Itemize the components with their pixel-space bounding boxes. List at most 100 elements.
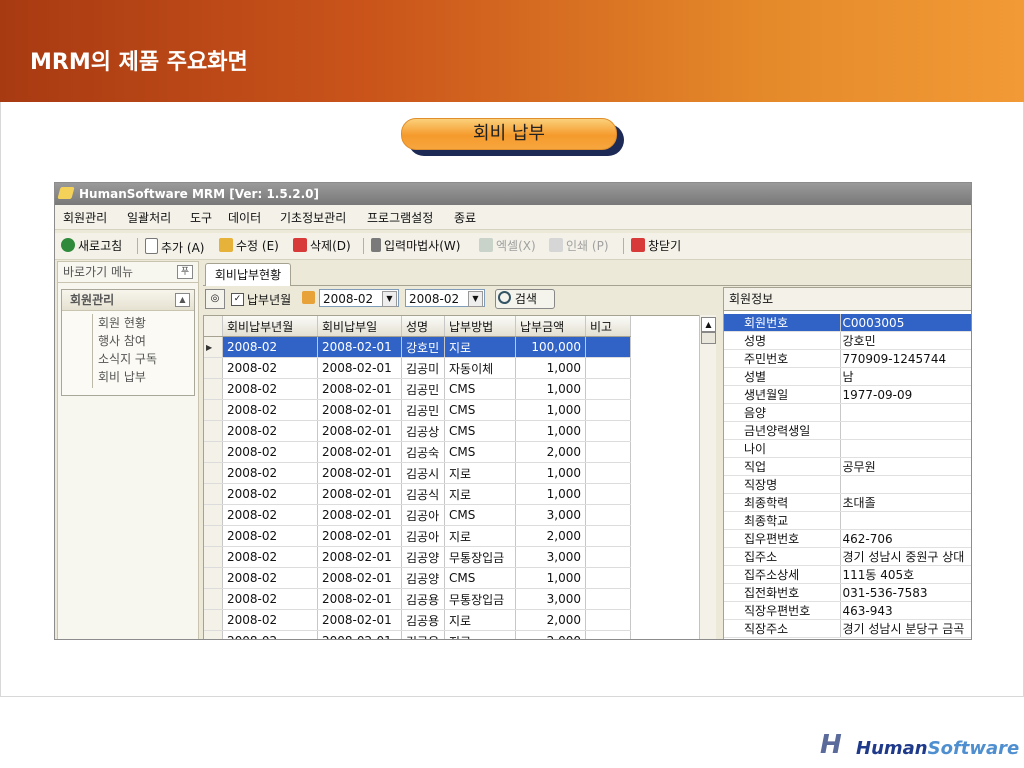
table-cell[interactable] xyxy=(585,441,631,463)
info-value[interactable] xyxy=(840,511,971,530)
table-row[interactable]: 2008-02 2008-02-01 김공민 CMS 1,000 xyxy=(204,399,631,421)
info-row[interactable]: 집주소상세 111동 405호 xyxy=(724,565,971,584)
row-indicator[interactable] xyxy=(204,420,223,442)
table-cell[interactable]: CMS xyxy=(444,441,516,463)
scroll-up-icon[interactable]: ▲ xyxy=(701,317,716,332)
table-row[interactable]: 2008-02 2008-02-01 김공양 무통장입금 3,000 xyxy=(204,546,631,568)
table-cell[interactable]: 3,000 xyxy=(515,546,586,568)
table-cell[interactable]: 지로 xyxy=(444,609,516,631)
info-row[interactable]: 나이 xyxy=(724,439,971,458)
table-cell[interactable]: 2,000 xyxy=(515,630,586,639)
table-cell[interactable] xyxy=(585,609,631,631)
row-indicator[interactable] xyxy=(204,588,223,610)
info-value[interactable] xyxy=(840,403,971,422)
excel-button[interactable]: 엑셀(X) xyxy=(479,238,536,254)
table-cell[interactable] xyxy=(585,630,631,639)
edit-button[interactable]: 수정 (E) xyxy=(219,238,279,254)
table-cell[interactable]: CMS xyxy=(444,378,516,400)
table-cell[interactable]: 김공용 xyxy=(401,630,445,639)
table-row[interactable]: 2008-02 2008-02-01 김공민 CMS 1,000 xyxy=(204,378,631,400)
table-cell[interactable]: 100,000 xyxy=(515,336,586,358)
sidebar-item-member-status[interactable]: 회원 현황 xyxy=(62,314,194,332)
table-cell[interactable] xyxy=(585,567,631,589)
table-cell[interactable] xyxy=(585,378,631,400)
table-cell[interactable]: 김공양 xyxy=(401,546,445,568)
table-cell[interactable]: 김공아 xyxy=(401,504,445,526)
member-group-header[interactable]: 회원관리 ▲ xyxy=(62,290,194,311)
table-cell[interactable]: 2008-02 xyxy=(222,504,318,526)
table-cell[interactable]: 2008-02 xyxy=(222,567,318,589)
info-value[interactable]: 경기 성남시 분당구 금곡 xyxy=(840,619,971,638)
table-cell[interactable]: 김공미 xyxy=(401,357,445,379)
table-cell[interactable]: 2008-02-01 xyxy=(317,525,402,547)
table-cell[interactable]: 무통장입금 xyxy=(444,588,516,610)
table-cell[interactable]: 강호민 xyxy=(401,336,445,358)
dues-grid[interactable]: 회비납부년월 회비납부일 성명 납부방법 납부금액 비고 ▶ 2008-02 200… xyxy=(203,315,715,639)
table-row[interactable]: 2008-022008-02-01김공용지로2,000 xyxy=(204,609,631,631)
row-indicator[interactable] xyxy=(204,609,223,631)
row-indicator[interactable] xyxy=(204,567,223,589)
table-cell[interactable] xyxy=(585,462,631,484)
table-cell[interactable]: 2008-02-01 xyxy=(317,504,402,526)
info-row[interactable]: 집우편번호 462-706 xyxy=(724,529,971,548)
menu-member[interactable]: 회원관리 xyxy=(63,209,107,226)
table-cell[interactable]: 2,000 xyxy=(515,441,586,463)
table-cell[interactable]: 자동이체 xyxy=(444,357,516,379)
tab-dues-status[interactable]: 회비납부현황 xyxy=(205,263,291,286)
menu-settings[interactable]: 프로그램설정 xyxy=(367,209,433,226)
info-value[interactable]: C0003005 xyxy=(840,314,971,332)
info-row[interactable]: 집주소 경기 성남시 중원구 상대 xyxy=(724,547,971,566)
table-cell[interactable]: 1,000 xyxy=(515,357,586,379)
table-cell[interactable]: 김공아 xyxy=(401,525,445,547)
menu-data[interactable]: 데이터 xyxy=(228,209,261,226)
table-row[interactable]: 2008-02 2008-02-01 김공아 CMS 3,000 xyxy=(204,504,631,526)
row-indicator[interactable]: ▶ xyxy=(204,336,223,358)
table-cell[interactable]: 김공상 xyxy=(401,420,445,442)
refresh-button[interactable]: 새로고침 xyxy=(61,238,122,254)
to-month-select[interactable]: 2008-02 ▼ xyxy=(405,289,485,307)
info-value[interactable]: 1977-09-09 xyxy=(840,385,971,404)
table-row[interactable]: 2008-02 2008-02-01 김공상 CMS 1,000 xyxy=(204,420,631,442)
info-value[interactable]: 공무원 xyxy=(840,457,971,476)
table-cell[interactable]: 1,000 xyxy=(515,483,586,505)
info-value[interactable]: 남 xyxy=(840,367,971,386)
table-cell[interactable]: 1,000 xyxy=(515,462,586,484)
row-indicator[interactable] xyxy=(204,399,223,421)
info-value[interactable]: 463-943 xyxy=(840,601,971,620)
table-cell[interactable] xyxy=(585,399,631,421)
table-cell[interactable]: 3,000 xyxy=(515,588,586,610)
info-row[interactable]: 회원번호 C0003005 xyxy=(724,314,971,332)
table-cell[interactable]: 2008-02 xyxy=(222,588,318,610)
col-method[interactable]: 납부방법 xyxy=(444,316,516,337)
year-month-checkbox[interactable]: ✓ xyxy=(231,293,244,306)
close-window-button[interactable]: 창닫기 xyxy=(631,238,681,254)
col-note[interactable]: 비고 xyxy=(585,316,631,337)
table-cell[interactable]: 2008-02-01 xyxy=(317,630,402,639)
table-cell[interactable]: 2008-02 xyxy=(222,378,318,400)
table-cell[interactable]: 1,000 xyxy=(515,567,586,589)
window-titlebar[interactable]: HumanSoftware MRM [Ver: 1.5.2.0] xyxy=(55,183,971,205)
pin-icon[interactable]: 푸 xyxy=(177,265,193,279)
table-cell[interactable]: 김공민 xyxy=(401,378,445,400)
info-row[interactable]: 생년월일 1977-09-09 xyxy=(724,385,971,404)
table-cell[interactable]: 2008-02-01 xyxy=(317,420,402,442)
info-row[interactable]: 최종학력 초대졸 xyxy=(724,493,971,512)
info-value[interactable] xyxy=(840,421,971,440)
info-value[interactable]: 111동 405호 xyxy=(840,565,971,584)
table-cell[interactable] xyxy=(585,336,631,358)
info-row[interactable]: 집전화번호 031-536-7583 xyxy=(724,583,971,602)
row-indicator[interactable] xyxy=(204,357,223,379)
table-cell[interactable]: 김공용 xyxy=(401,609,445,631)
row-indicator[interactable] xyxy=(204,546,223,568)
table-cell[interactable]: 1,000 xyxy=(515,378,586,400)
table-row[interactable]: 2008-022008-02-01김공용지로2,000 xyxy=(204,630,631,639)
table-cell[interactable]: 2008-02 xyxy=(222,336,318,358)
table-cell[interactable]: 김공시 xyxy=(401,462,445,484)
table-row[interactable]: ▶ 2008-02 2008-02-01 강호민 지로 100,000 xyxy=(204,336,631,358)
row-indicator[interactable] xyxy=(204,504,223,526)
table-cell[interactable]: 무통장입금 xyxy=(444,546,516,568)
scroll-thumb[interactable] xyxy=(701,332,716,344)
menu-batch[interactable]: 일괄처리 xyxy=(127,209,171,226)
table-cell[interactable]: 지로 xyxy=(444,483,516,505)
table-cell[interactable]: 2008-02-01 xyxy=(317,462,402,484)
